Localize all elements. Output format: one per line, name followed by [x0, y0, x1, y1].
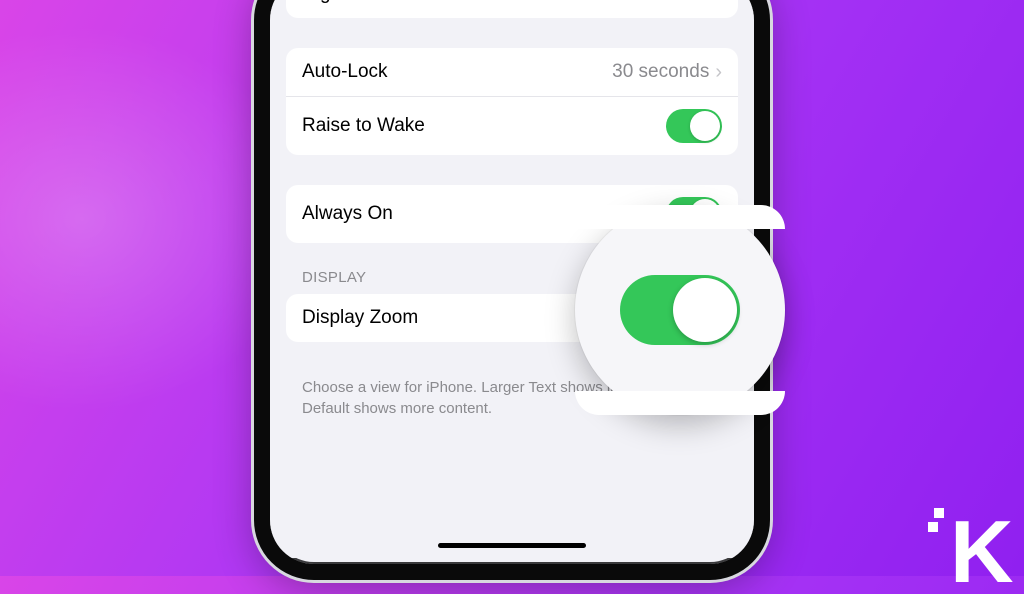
- always-on-label: Always On: [302, 203, 393, 225]
- raise-to-wake-toggle[interactable]: [666, 109, 722, 143]
- auto-lock-label: Auto-Lock: [302, 61, 388, 83]
- row-night-shift[interactable]: Night Shift Off ›: [286, 0, 738, 18]
- night-shift-value: Off: [684, 0, 709, 5]
- toggle-knob: [690, 111, 720, 141]
- k-logo-icon: K: [928, 494, 1018, 594]
- group-lock-wake: Auto-Lock 30 seconds › Raise to Wake: [286, 48, 738, 155]
- auto-lock-value-wrap: 30 seconds ›: [612, 61, 722, 83]
- group-night-shift: Night Shift Off ›: [286, 0, 738, 18]
- auto-lock-value: 30 seconds: [612, 61, 709, 83]
- row-auto-lock[interactable]: Auto-Lock 30 seconds ›: [286, 48, 738, 96]
- magnifier-highlight: [575, 205, 785, 415]
- always-on-toggle-magnified: [620, 275, 740, 345]
- raise-to-wake-label: Raise to Wake: [302, 115, 425, 137]
- svg-text:K: K: [950, 502, 1013, 594]
- display-zoom-label: Display Zoom: [302, 307, 418, 329]
- night-shift-value-wrap: Off ›: [684, 0, 722, 5]
- toggle-knob: [673, 278, 737, 342]
- night-shift-label: Night Shift: [302, 0, 390, 5]
- chevron-right-icon: ›: [715, 62, 722, 82]
- chevron-right-icon: ›: [715, 0, 722, 4]
- row-raise-to-wake: Raise to Wake: [286, 96, 738, 155]
- home-indicator[interactable]: [438, 543, 586, 548]
